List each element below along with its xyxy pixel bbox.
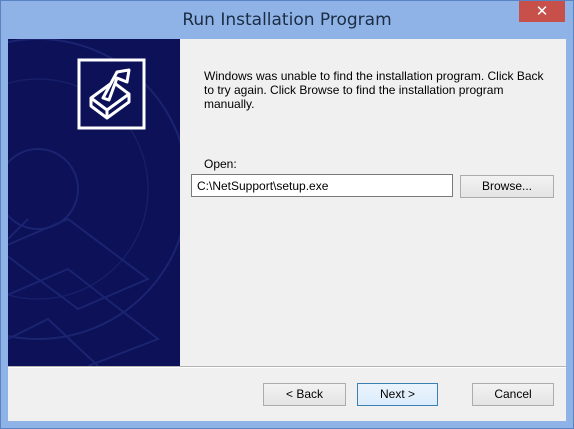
title-bar[interactable]: Run Installation Program ✕ <box>1 1 573 39</box>
close-button[interactable]: ✕ <box>519 1 565 22</box>
dialog-body: Windows was unable to find the installat… <box>8 39 566 421</box>
next-button[interactable]: Next > <box>357 383 438 406</box>
back-button[interactable]: < Back <box>263 383 346 406</box>
cancel-button[interactable]: Cancel <box>472 383 554 406</box>
window-title: Run Installation Program <box>182 10 392 30</box>
close-icon: ✕ <box>535 2 549 20</box>
open-path-input[interactable] <box>191 174 453 197</box>
error-message: Windows was unable to find the installat… <box>204 69 544 111</box>
wizard-side-banner <box>8 39 180 366</box>
open-label: Open: <box>204 157 237 171</box>
footer-divider-highlight <box>8 367 566 368</box>
install-arrow-box-icon <box>77 58 146 130</box>
run-installation-dialog: Run Installation Program ✕ Windows was u… <box>0 0 574 429</box>
browse-button[interactable]: Browse... <box>460 175 554 198</box>
